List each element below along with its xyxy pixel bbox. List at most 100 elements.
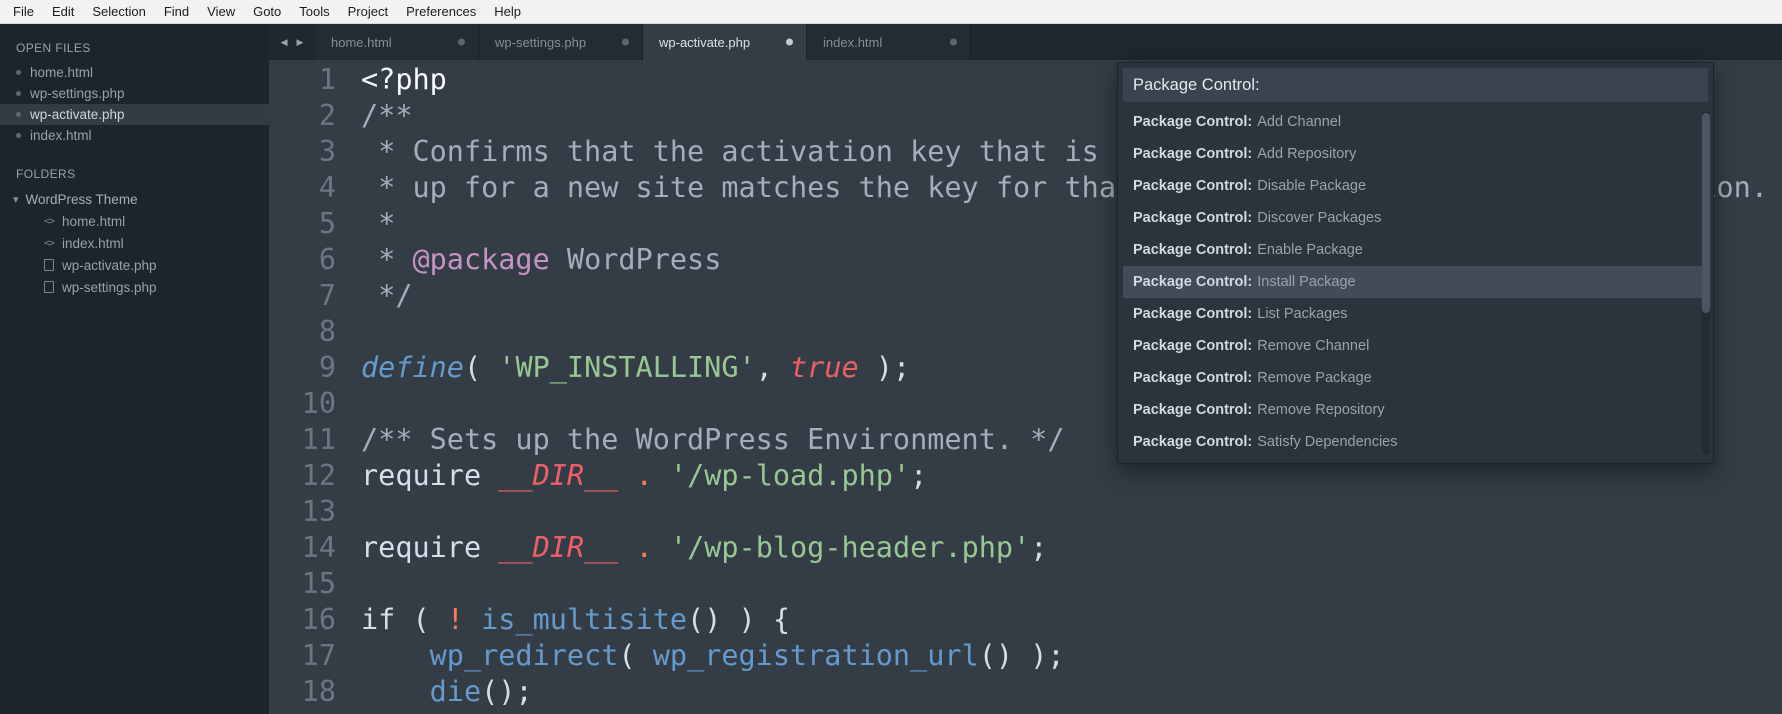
menu-item-goto[interactable]: Goto bbox=[244, 0, 290, 23]
palette-item-label: Disable Package bbox=[1257, 178, 1367, 194]
line-number[interactable]: 12 bbox=[269, 458, 336, 494]
code-token: '/wp-blog-header.php' bbox=[669, 531, 1031, 564]
modified-dot-icon bbox=[622, 38, 629, 46]
tab-home.html[interactable]: home.html bbox=[315, 24, 479, 60]
menu-item-file[interactable]: File bbox=[4, 0, 43, 23]
code-text: /** bbox=[336, 98, 412, 134]
palette-item-remove-repository[interactable]: Package Control: Remove Repository bbox=[1123, 394, 1708, 426]
folders-header: FOLDERS bbox=[16, 167, 76, 181]
palette-input[interactable]: Package Control: bbox=[1123, 68, 1708, 102]
line-number[interactable]: 7 bbox=[269, 278, 336, 314]
line-number[interactable]: 14 bbox=[269, 530, 336, 566]
line-number[interactable]: 17 bbox=[269, 638, 336, 674]
tab-label: wp-settings.php bbox=[495, 34, 587, 50]
menu-item-project[interactable]: Project bbox=[339, 0, 397, 23]
palette-item-prefix: Package Control: bbox=[1133, 306, 1253, 322]
palette-item-label: Install Package bbox=[1257, 274, 1356, 290]
open-file-index.html[interactable]: index.html bbox=[0, 125, 269, 146]
open-file-wp-settings.php[interactable]: wp-settings.php bbox=[0, 83, 269, 104]
line-number[interactable]: 6 bbox=[269, 242, 336, 278]
palette-item-enable-package[interactable]: Package Control: Enable Package bbox=[1123, 234, 1708, 266]
line-number[interactable]: 19 bbox=[269, 710, 336, 714]
code-line-16[interactable]: 16 if ( ! is_multisite() ) { bbox=[269, 602, 1782, 638]
tree-file-wp-activate.php[interactable]: wp-activate.php bbox=[0, 254, 269, 276]
tab-label: index.html bbox=[823, 34, 883, 50]
code-text: */ bbox=[336, 278, 412, 314]
code-token: wp_registration_url bbox=[652, 639, 979, 672]
open-file-label: home.html bbox=[30, 65, 94, 80]
tree-file-index.html[interactable]: <> index.html bbox=[0, 232, 269, 254]
palette-item-discover-packages[interactable]: Package Control: Discover Packages bbox=[1123, 202, 1708, 234]
sidebar-folder-wordpress-theme[interactable]: ▾ WordPress Theme bbox=[0, 188, 269, 210]
open-file-wp-activate.php[interactable]: wp-activate.php bbox=[0, 104, 269, 125]
modified-dot-icon bbox=[786, 38, 793, 46]
code-token: . bbox=[635, 459, 653, 492]
code-text: * @package WordPress bbox=[336, 242, 721, 278]
open-file-label: wp-settings.php bbox=[30, 86, 125, 101]
palette-item-satisfy-dependencies[interactable]: Package Control: Satisfy Dependencies bbox=[1123, 426, 1708, 458]
code-token: */ bbox=[361, 279, 413, 312]
line-number[interactable]: 4 bbox=[269, 170, 336, 206]
palette-item-remove-package[interactable]: Package Control: Remove Package bbox=[1123, 362, 1708, 394]
line-number[interactable]: 9 bbox=[269, 350, 336, 386]
line-number[interactable]: 18 bbox=[269, 674, 336, 710]
file-icon bbox=[44, 281, 54, 293]
back-arrow-icon[interactable]: ◀ bbox=[281, 37, 288, 48]
line-number[interactable]: 1 bbox=[269, 62, 336, 98]
code-token: WordPress bbox=[549, 243, 722, 276]
palette-item-disable-package[interactable]: Package Control: Disable Package bbox=[1123, 170, 1708, 202]
line-number[interactable]: 8 bbox=[269, 314, 336, 350]
tab-index.html[interactable]: index.html bbox=[807, 24, 971, 60]
line-number[interactable]: 2 bbox=[269, 98, 336, 134]
code-token: define bbox=[361, 351, 464, 384]
code-line-18[interactable]: 18 die(); bbox=[269, 674, 1782, 710]
tree-file-home.html[interactable]: <> home.html bbox=[0, 210, 269, 232]
code-line-19[interactable]: 19} bbox=[269, 710, 1782, 714]
menu-item-find[interactable]: Find bbox=[155, 0, 198, 23]
menu-item-selection[interactable]: Selection bbox=[83, 0, 154, 23]
line-number[interactable]: 13 bbox=[269, 494, 336, 530]
code-line-15[interactable]: 15 bbox=[269, 566, 1782, 602]
palette-item-label: Enable Package bbox=[1257, 242, 1363, 258]
tab-wp-activate.php[interactable]: wp-activate.php bbox=[643, 24, 807, 60]
code-line-14[interactable]: 14 require __DIR__ . '/wp-blog-header.php… bbox=[269, 530, 1782, 566]
code-text: die(); bbox=[336, 674, 533, 710]
open-file-home.html[interactable]: home.html bbox=[0, 62, 269, 83]
code-line-13[interactable]: 13 bbox=[269, 494, 1782, 530]
palette-item-list-packages[interactable]: Package Control: List Packages bbox=[1123, 298, 1708, 330]
folder-name: WordPress Theme bbox=[25, 191, 138, 207]
palette-item-add-channel[interactable]: Package Control: Add Channel bbox=[1123, 106, 1708, 138]
code-line-17[interactable]: 17 wp_redirect( wp_registration_url() ); bbox=[269, 638, 1782, 674]
tabs-list: home.html wp-settings.php wp-activate.php i… bbox=[315, 24, 971, 60]
palette-item-prefix: Package Control: bbox=[1133, 146, 1253, 162]
code-token: true bbox=[790, 351, 859, 384]
tab-wp-settings.php[interactable]: wp-settings.php bbox=[479, 24, 643, 60]
palette-scrollbar-track[interactable] bbox=[1702, 111, 1710, 455]
line-number[interactable]: 3 bbox=[269, 134, 336, 170]
menu-item-edit[interactable]: Edit bbox=[43, 0, 83, 23]
menu-item-tools[interactable]: Tools bbox=[290, 0, 338, 23]
line-number[interactable]: 15 bbox=[269, 566, 336, 602]
forward-arrow-icon[interactable]: ▶ bbox=[297, 37, 304, 48]
menu-item-preferences[interactable]: Preferences bbox=[397, 0, 485, 23]
palette-item-remove-channel[interactable]: Package Control: Remove Channel bbox=[1123, 330, 1708, 362]
line-number[interactable]: 11 bbox=[269, 422, 336, 458]
line-number[interactable]: 16 bbox=[269, 602, 336, 638]
palette-scrollbar-thumb[interactable] bbox=[1702, 113, 1710, 313]
palette-item-install-package[interactable]: Package Control: Install Package bbox=[1123, 266, 1708, 298]
open-files-list: home.html wp-settings.php wp-activate.php i… bbox=[0, 62, 269, 146]
menu-item-view[interactable]: View bbox=[198, 0, 244, 23]
code-text: } bbox=[336, 710, 378, 714]
tree-file-wp-settings.php[interactable]: wp-settings.php bbox=[0, 276, 269, 298]
line-number[interactable]: 5 bbox=[269, 206, 336, 242]
open-file-dot-icon bbox=[16, 91, 21, 96]
code-token: @package bbox=[412, 243, 550, 276]
palette-item-add-repository[interactable]: Package Control: Add Repository bbox=[1123, 138, 1708, 170]
open-file-dot-icon bbox=[16, 133, 21, 138]
menu-item-help[interactable]: Help bbox=[485, 0, 530, 23]
line-number[interactable]: 10 bbox=[269, 386, 336, 422]
modified-dot-icon bbox=[950, 38, 957, 46]
